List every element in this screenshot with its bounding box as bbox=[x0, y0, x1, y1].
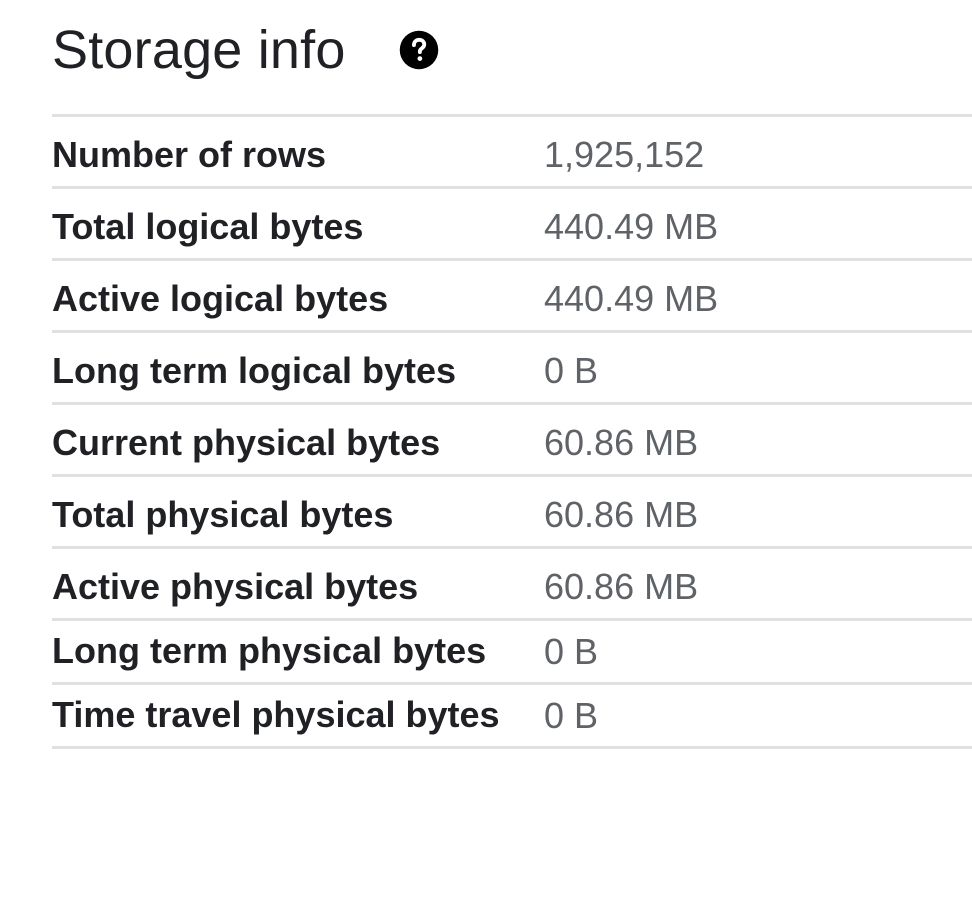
row-label: Total physical bytes bbox=[52, 494, 394, 535]
section-title: Storage info bbox=[52, 20, 346, 80]
table-row: Total logical bytes 440.49 MB bbox=[52, 188, 972, 260]
row-label: Long term logical bytes bbox=[52, 350, 457, 391]
storage-info-table: Number of rows 1,925,152 Total logical b… bbox=[52, 114, 972, 749]
row-value: 0 B bbox=[544, 695, 599, 736]
help-icon[interactable] bbox=[398, 29, 440, 71]
row-label: Time travel physical bytes bbox=[52, 694, 500, 735]
row-value: 60.86 MB bbox=[544, 494, 699, 535]
row-label: Active physical bytes bbox=[52, 566, 419, 607]
row-value: 1,925,152 bbox=[544, 134, 705, 175]
row-value: 0 B bbox=[544, 631, 599, 672]
row-label: Active logical bytes bbox=[52, 278, 389, 319]
table-row: Current physical bytes 60.86 MB bbox=[52, 404, 972, 476]
row-value: 440.49 MB bbox=[544, 278, 719, 319]
table-row: Active physical bytes 60.86 MB bbox=[52, 548, 972, 620]
storage-info-panel: Storage info Number of rows 1,925,152 To… bbox=[52, 0, 972, 749]
table-row: Total physical bytes 60.86 MB bbox=[52, 476, 972, 548]
row-value: 440.49 MB bbox=[544, 206, 719, 247]
row-label: Long term physical bytes bbox=[52, 630, 487, 671]
row-label: Current physical bytes bbox=[52, 422, 441, 463]
row-label: Number of rows bbox=[52, 134, 327, 175]
table-row: Number of rows 1,925,152 bbox=[52, 116, 972, 188]
row-label: Total logical bytes bbox=[52, 206, 364, 247]
row-value: 60.86 MB bbox=[544, 566, 699, 607]
storage-info-header: Storage info bbox=[52, 0, 972, 114]
table-row: Active logical bytes 440.49 MB bbox=[52, 260, 972, 332]
row-value: 60.86 MB bbox=[544, 422, 699, 463]
row-value: 0 B bbox=[544, 350, 599, 391]
table-row: Long term logical bytes 0 B bbox=[52, 332, 972, 404]
table-row: Time travel physical bytes 0 B bbox=[52, 684, 972, 748]
table-row: Long term physical bytes 0 B bbox=[52, 620, 972, 684]
